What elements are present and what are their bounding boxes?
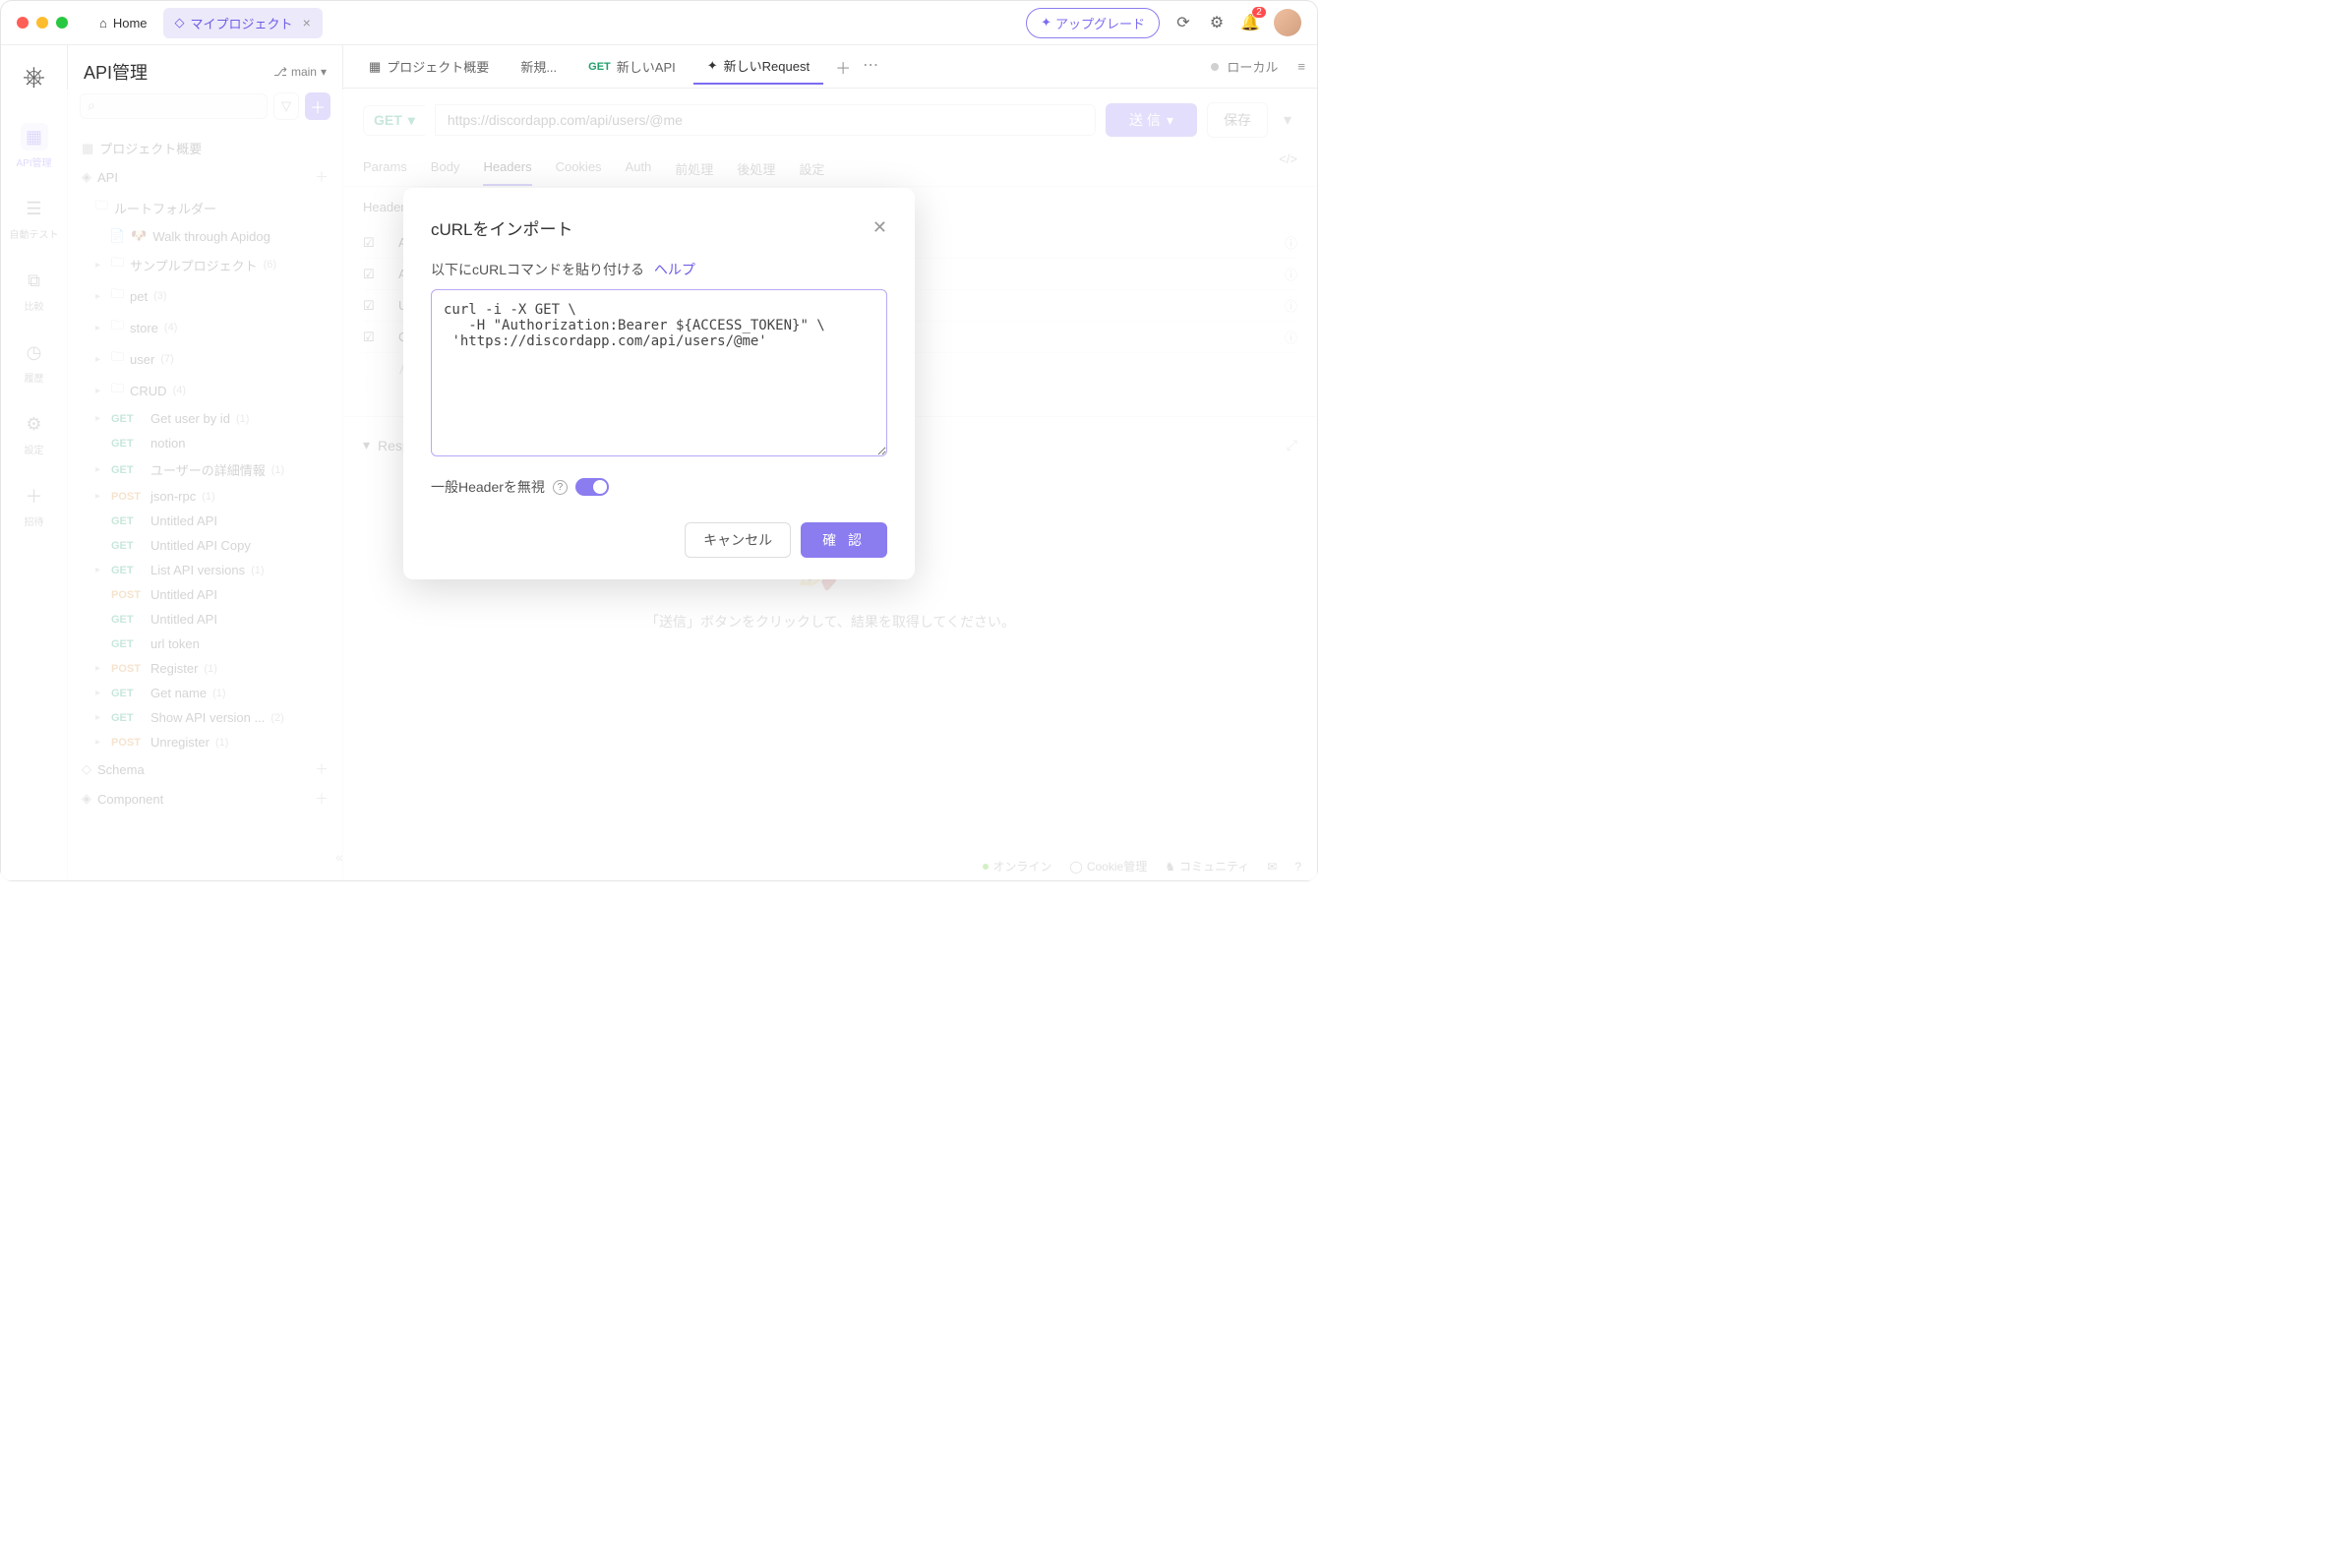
close-tab-icon[interactable]: × [303, 15, 311, 30]
ignore-header-toggle[interactable] [575, 478, 609, 496]
sidebar-title: API管理 [84, 59, 148, 85]
ignore-header-label: 一般Headerを無視 [431, 477, 545, 497]
env-label: ローカル [1227, 57, 1278, 76]
close-icon[interactable]: ✕ [872, 217, 887, 238]
avatar[interactable] [1274, 9, 1301, 36]
content-tab-overview[interactable]: ▦ プロジェクト概要 [355, 49, 503, 84]
window-titlebar: ⌂ Home ◇ マイプロジェクト × ✦ アップグレード ⟳ ⚙ 🔔 2 [1, 1, 1317, 45]
branch-selector[interactable]: ⎇ main ▾ [273, 65, 327, 79]
gear-icon[interactable]: ⚙ [1207, 13, 1227, 32]
project-icon: ◇ [175, 15, 185, 30]
modal-title: cURLをインポート [431, 215, 573, 240]
upgrade-label: アップグレード [1055, 14, 1145, 32]
home-label: Home [113, 16, 148, 30]
ctab-label: 新しいAPI [617, 57, 676, 76]
branch-icon: ⎇ [273, 65, 287, 79]
curl-textarea[interactable] [431, 289, 887, 456]
content-tabbar: ▦プロジェクト概要 新規... GET新しいAPI ✦新しいRequest ＋ … [343, 45, 1317, 89]
cancel-button[interactable]: キャンセル [685, 522, 791, 558]
ctab-label: プロジェクト概要 [387, 57, 489, 76]
traffic-lights [17, 17, 68, 29]
sparkle-icon: ✦ [707, 58, 718, 74]
sync-icon[interactable]: ⟳ [1173, 13, 1193, 32]
project-tab[interactable]: ◇ マイプロジェクト × [163, 8, 323, 38]
modal-instruction: 以下にcURLコマンドを貼り付ける ヘルプ [431, 260, 887, 279]
upgrade-button[interactable]: ✦ アップグレード [1026, 8, 1160, 38]
notification-badge: 2 [1252, 7, 1266, 18]
modal-overlay: cURLをインポート ✕ 以下にcURLコマンドを貼り付ける ヘルプ 一般Hea… [1, 90, 1317, 880]
close-window[interactable] [17, 17, 29, 29]
minimize-window[interactable] [36, 17, 48, 29]
help-icon[interactable]: ? [553, 480, 568, 495]
content-tab-newrequest[interactable]: ✦ 新しいRequest [693, 48, 823, 85]
branch-name: main [291, 65, 317, 79]
environment-selector[interactable]: ローカル ≡ [1211, 57, 1305, 76]
help-link[interactable]: ヘルプ [654, 262, 695, 277]
method-badge: GET [588, 61, 611, 73]
sparkle-icon: ✦ [1041, 15, 1051, 30]
more-icon[interactable]: ⋯ [863, 55, 878, 79]
add-tab-icon[interactable]: ＋ [835, 55, 851, 79]
maximize-window[interactable] [56, 17, 68, 29]
confirm-button[interactable]: 確 認 [801, 522, 887, 558]
chevron-down-icon: ▾ [321, 65, 327, 79]
project-tab-label: マイプロジェクト [191, 14, 293, 32]
bell-icon[interactable]: 🔔 2 [1240, 13, 1260, 32]
import-curl-modal: cURLをインポート ✕ 以下にcURLコマンドを貼り付ける ヘルプ 一般Hea… [403, 188, 915, 579]
overview-icon: ▦ [369, 59, 381, 75]
menu-icon[interactable]: ≡ [1297, 59, 1305, 74]
env-dot-icon [1211, 63, 1219, 71]
content-tab-newapi[interactable]: GET 新しいAPI [574, 49, 690, 84]
ctab-label: 新しいRequest [724, 56, 810, 75]
content-tab-new[interactable]: 新規... [507, 49, 571, 84]
home-icon: ⌂ [99, 16, 107, 30]
home-tab[interactable]: ⌂ Home [88, 10, 159, 36]
modal-label-text: 以下にcURLコマンドを貼り付ける [431, 262, 644, 277]
ctab-label: 新規... [520, 57, 557, 76]
